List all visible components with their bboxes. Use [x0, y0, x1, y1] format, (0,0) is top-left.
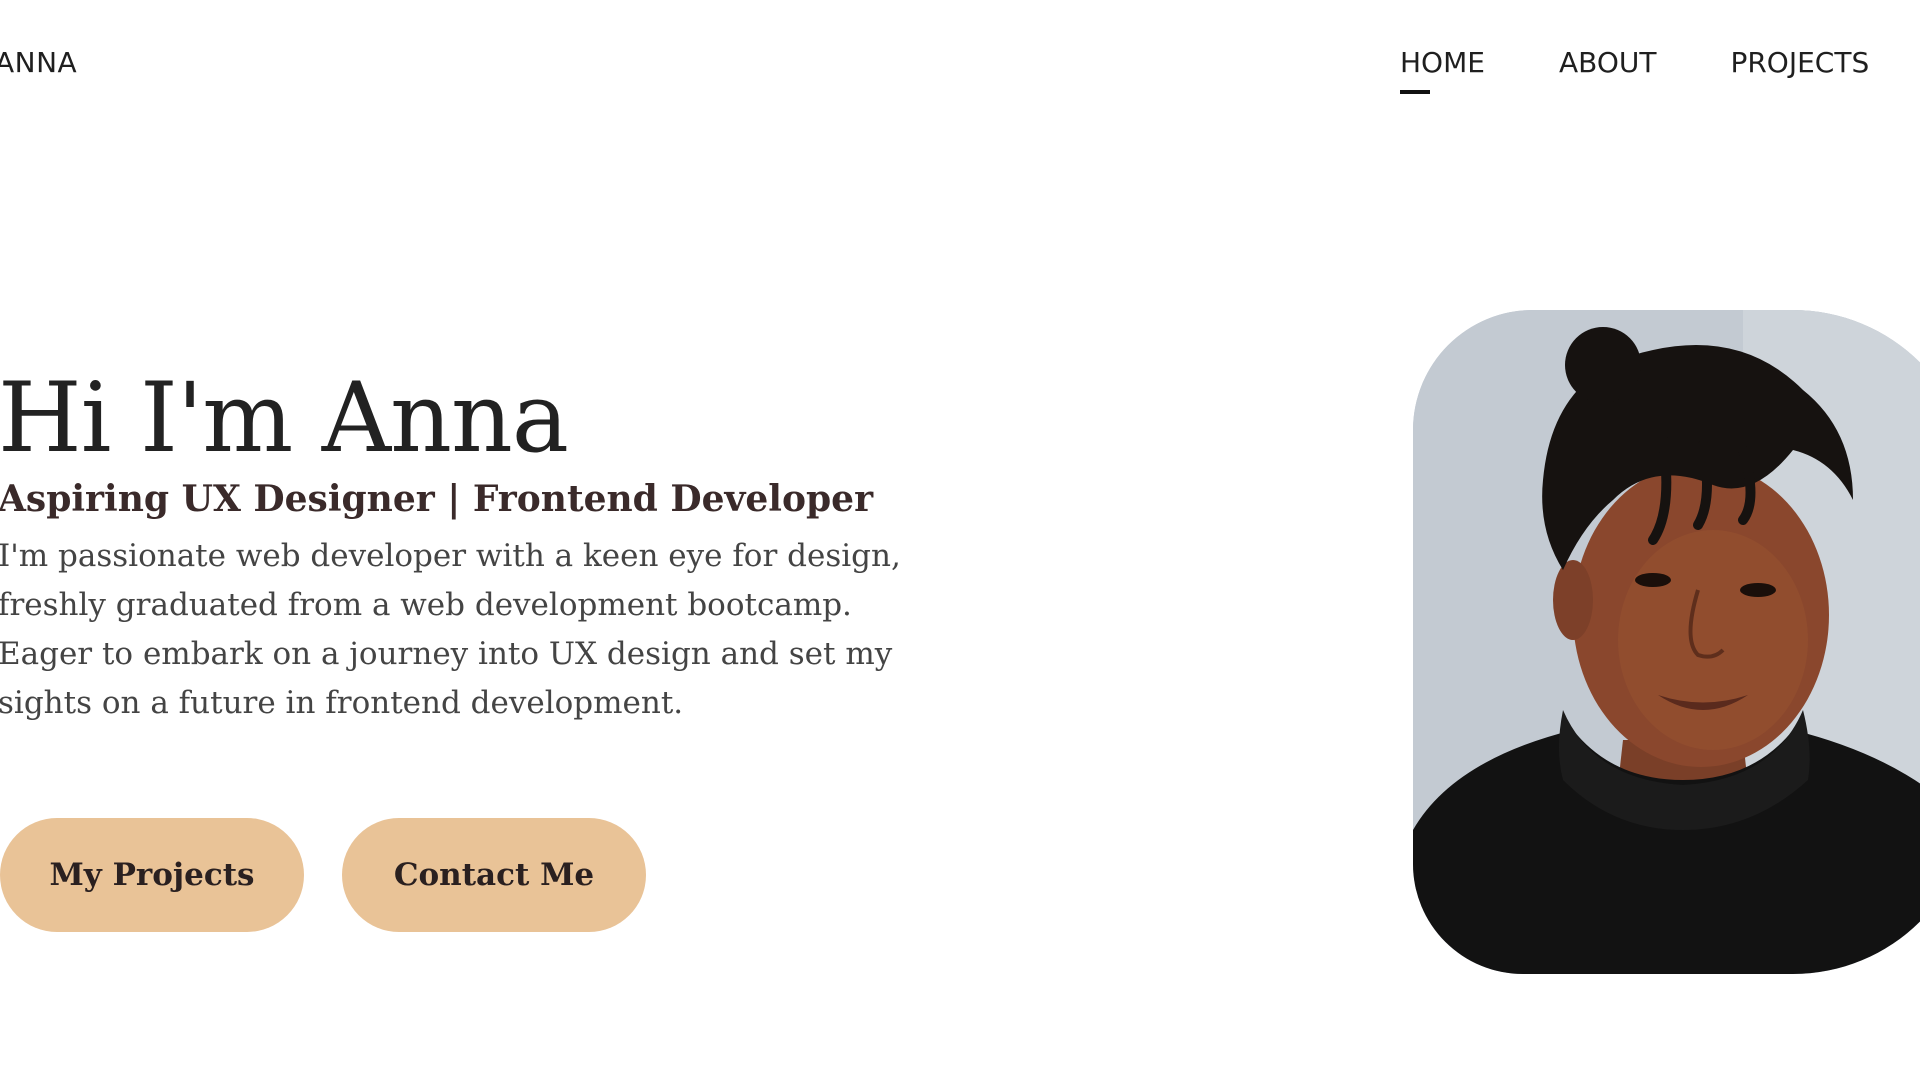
nav-home[interactable]: HOME — [1400, 46, 1485, 94]
nav-about[interactable]: ABOUT — [1559, 46, 1657, 79]
site-logo[interactable]: ANNA — [0, 46, 77, 79]
nav-projects[interactable]: PROJECTS — [1730, 46, 1869, 79]
contact-me-button[interactable]: Contact Me — [342, 818, 646, 932]
hero-subtitle: Aspiring UX Designer | Frontend Develope… — [0, 478, 874, 520]
hero-description: I'm passionate web developer with a keen… — [0, 538, 901, 721]
profile-photo — [1413, 310, 1920, 974]
portrait-illustration — [1413, 310, 1920, 974]
my-projects-button[interactable]: My Projects — [0, 818, 304, 932]
main-nav: HOME ABOUT PROJECTS — [1400, 46, 1869, 94]
hero-title: Hi I'm Anna — [0, 362, 569, 474]
